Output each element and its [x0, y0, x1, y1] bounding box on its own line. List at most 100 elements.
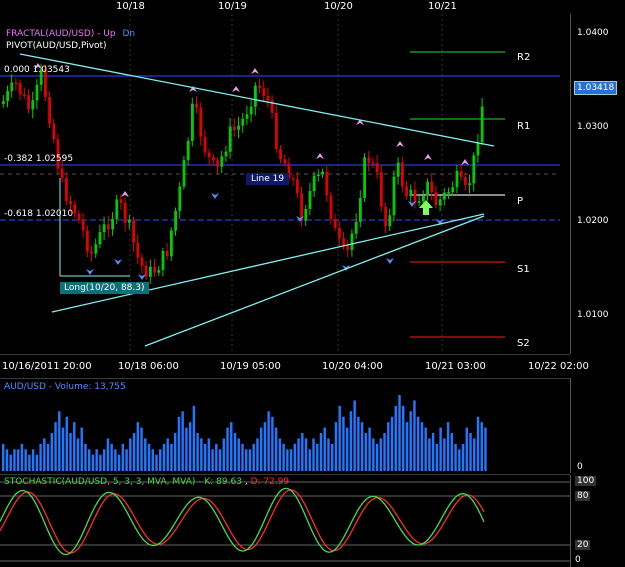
line19-label[interactable]: Line 19	[246, 173, 290, 185]
candle-body	[367, 157, 371, 163]
price-tick-1: 1.0400	[577, 28, 609, 38]
stoch-d-value: D: 72.99	[250, 477, 290, 487]
candle-body	[149, 266, 152, 277]
volume-bar	[312, 438, 315, 471]
candle-body	[422, 195, 425, 202]
fib-label-0: 0.000 1.03543	[4, 65, 70, 75]
candle-body	[174, 210, 177, 231]
candle-body	[73, 204, 77, 214]
candle-body	[329, 195, 333, 220]
volume-bar	[215, 443, 218, 471]
volume-bar	[301, 433, 304, 471]
volume-bar	[155, 454, 158, 471]
candle-body	[170, 230, 173, 257]
volume-bar	[24, 449, 27, 471]
volume-bar	[16, 449, 20, 471]
price-pane[interactable]: FRACTAL(AUD/USD) - Up Dn PIVOT(AUD/USD,P…	[0, 14, 570, 355]
volume-bar	[446, 422, 450, 471]
volume-bar	[461, 443, 465, 471]
candle-body	[396, 162, 400, 177]
volume-bar	[61, 427, 65, 471]
volume-bar	[91, 454, 95, 471]
volume-bar	[125, 449, 128, 471]
volume-bar	[144, 438, 147, 471]
top-date-4: 10/21	[428, 1, 457, 12]
volume-bar	[211, 449, 214, 471]
volume-bar	[226, 427, 229, 471]
pivot-legend: PIVOT(AUD/USD,Pivot)	[6, 41, 107, 51]
candle-body	[69, 200, 72, 205]
volume-bar	[73, 422, 76, 471]
candle-body	[119, 199, 123, 203]
volume-bar	[398, 395, 401, 471]
volume-bar	[200, 438, 203, 471]
candle-body	[115, 199, 119, 219]
candle-body	[380, 172, 383, 207]
volume-bar	[114, 449, 117, 471]
candle-body	[60, 168, 64, 179]
volume-bar	[353, 400, 356, 471]
candle-body	[153, 266, 156, 273]
fractal-up-icon	[232, 86, 240, 92]
fractal-up-icon	[461, 159, 469, 165]
candle-body	[254, 85, 257, 107]
candle-body	[107, 224, 110, 230]
buy-arrow-icon	[419, 200, 433, 215]
candle-body	[203, 136, 207, 153]
candle-body	[18, 82, 22, 95]
candle-body	[350, 233, 354, 250]
stoch-tick-20: 20	[575, 540, 591, 550]
volume-bar	[76, 438, 80, 471]
volume-bar	[159, 449, 162, 471]
volume-bar	[263, 422, 267, 471]
volume-bar	[28, 454, 31, 471]
candle-body	[405, 186, 408, 197]
volume-bar	[185, 427, 188, 471]
volume-bar	[252, 443, 255, 471]
candle-body	[409, 189, 413, 197]
volume-bar	[31, 449, 35, 471]
volume-bar	[222, 438, 226, 471]
volume-chart[interactable]	[0, 379, 570, 474]
candle-body	[224, 151, 228, 157]
volume-bar	[439, 427, 442, 471]
long-position-label[interactable]: Long(10/20, 88.3)	[60, 282, 149, 294]
volume-bar	[387, 422, 390, 471]
fractal-down-icon	[114, 259, 122, 265]
volume-pane[interactable]: AUD/USD - Volume: 13,755	[0, 378, 570, 475]
fib-label-618: -0.618 1.02010	[4, 209, 74, 219]
volume-bar	[110, 443, 113, 471]
candle-body	[65, 178, 68, 201]
candle-body	[308, 191, 312, 209]
current-price-badge: 1.03418	[574, 81, 618, 95]
candle-body	[384, 206, 387, 227]
volume-bar	[450, 433, 454, 471]
candle-body	[111, 218, 114, 230]
volume-bar	[316, 443, 319, 471]
candle-body	[476, 142, 480, 156]
volume-bar	[35, 454, 39, 471]
volume-bar	[140, 427, 143, 471]
volume-bar	[416, 416, 420, 471]
volume-bar	[2, 443, 5, 471]
volume-bar	[129, 438, 132, 471]
candle-body	[157, 270, 161, 273]
time-label-4: 10/20 04:00	[322, 361, 383, 372]
candle-body	[35, 84, 39, 101]
stoch-k-value: K: 89.63	[204, 477, 242, 487]
candle-body	[165, 251, 169, 257]
volume-title: AUD/USD - Volume: 13,755	[4, 382, 126, 392]
volume-bar	[188, 422, 192, 471]
volume-bar	[192, 405, 196, 471]
trendline-upper	[19, 53, 495, 147]
volume-bar	[431, 433, 435, 471]
stochastic-chart[interactable]	[0, 475, 570, 567]
volume-bar	[319, 433, 323, 471]
volume-bar	[9, 454, 12, 471]
candle-body	[2, 101, 5, 104]
candle-body	[459, 170, 463, 178]
stochastic-pane[interactable]: STOCHASTIC(AUD/USD, 5, 3, 3, MVA, MVA) -…	[0, 475, 570, 567]
pivot-r2-label: R2	[517, 52, 531, 63]
volume-bar	[383, 433, 386, 471]
volume-bar	[372, 438, 375, 471]
